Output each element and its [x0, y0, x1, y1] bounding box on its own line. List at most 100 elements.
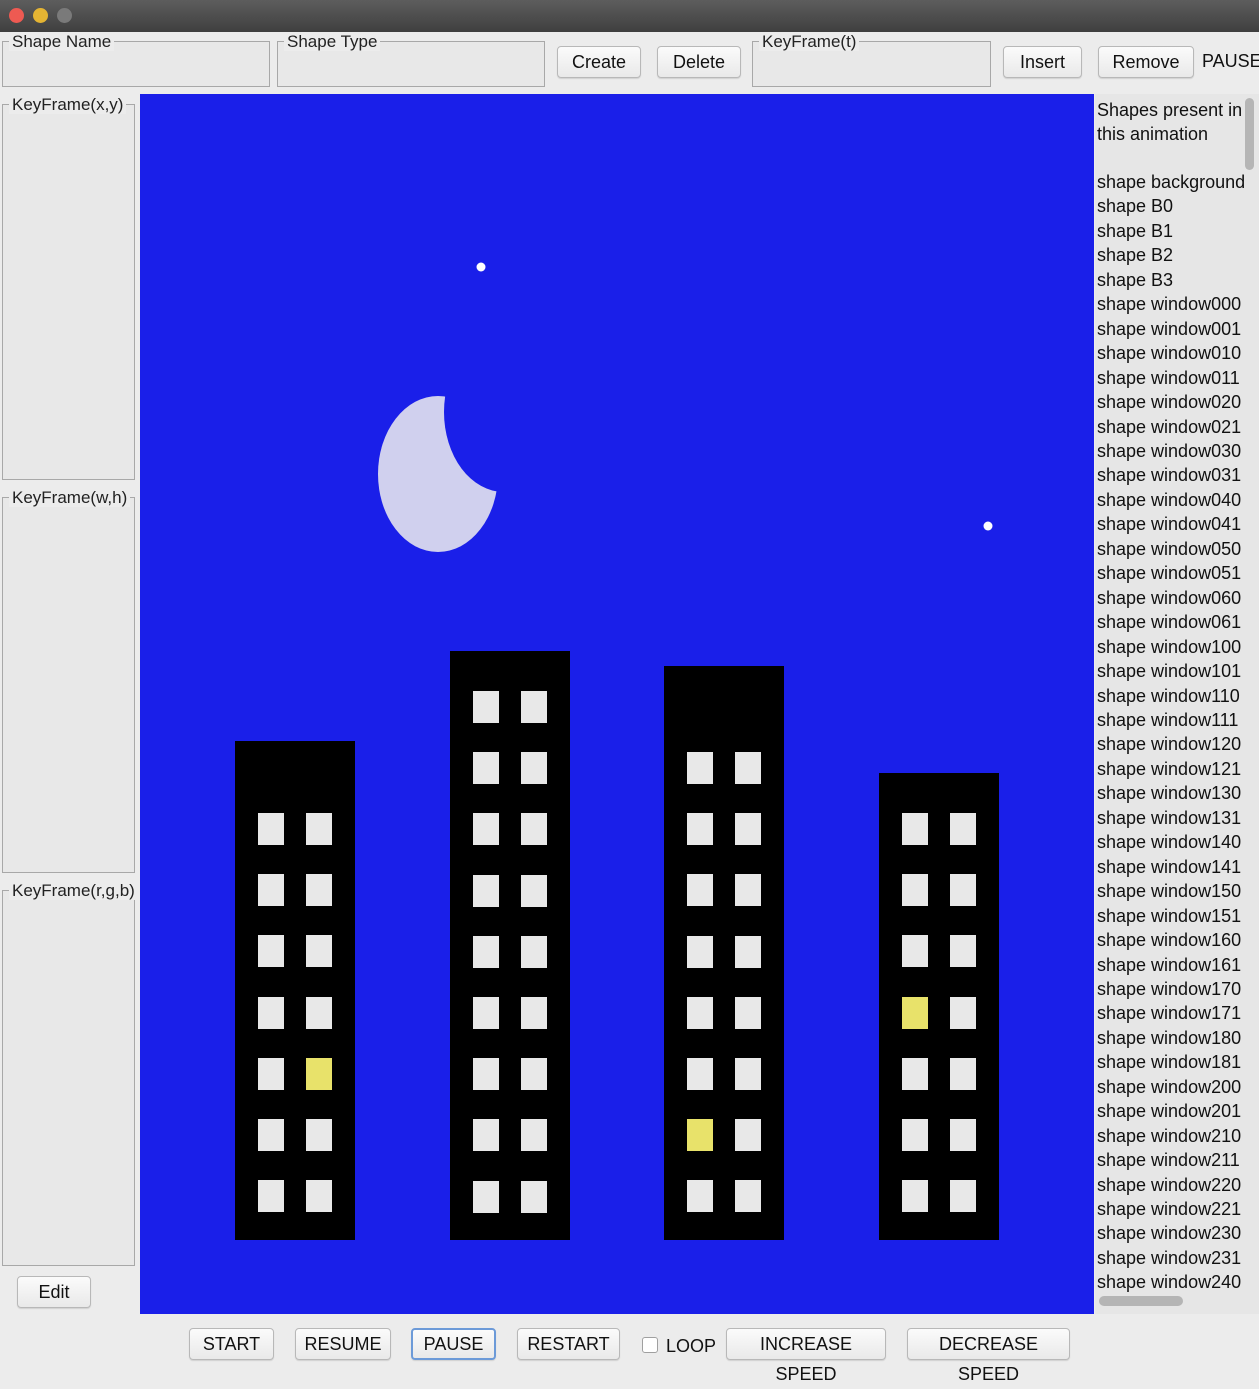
window-shape: [950, 813, 976, 845]
window-shape: [473, 997, 499, 1029]
shape-list-item[interactable]: shape window031: [1097, 463, 1245, 487]
window-shape: [306, 1180, 332, 1212]
shape-list-item[interactable]: shape window161: [1097, 953, 1245, 977]
resume-button[interactable]: RESUME: [295, 1328, 391, 1360]
window-shape: [521, 752, 547, 784]
window-shape: [521, 875, 547, 907]
window-shape: [473, 813, 499, 845]
create-button[interactable]: Create: [557, 46, 641, 78]
insert-button[interactable]: Insert: [1003, 46, 1082, 78]
shape-list-item[interactable]: shape window061: [1097, 610, 1245, 634]
shape-list-item[interactable]: shape window021: [1097, 415, 1245, 439]
star-shape: [983, 521, 993, 531]
keyframe-rgb-legend: KeyFrame(r,g,b): [9, 882, 138, 900]
shape-list-item[interactable]: shape window001: [1097, 317, 1245, 341]
keyframe-rgb-panel[interactable]: KeyFrame(r,g,b): [2, 882, 138, 1266]
shape-list-item[interactable]: shape window120: [1097, 732, 1245, 756]
shape-list-item[interactable]: shape window230: [1097, 1221, 1245, 1245]
remove-button[interactable]: Remove: [1098, 46, 1194, 78]
window-shape: [902, 874, 928, 906]
keyframe-xy-panel[interactable]: KeyFrame(x,y): [2, 96, 135, 480]
pause-button[interactable]: PAUSE: [411, 1328, 496, 1360]
shape-list-item[interactable]: shape window160: [1097, 928, 1245, 952]
shape-list-item[interactable]: shape B1: [1097, 219, 1245, 243]
shape-list-item[interactable]: shape window050: [1097, 537, 1245, 561]
shape-list-item[interactable]: shape window010: [1097, 341, 1245, 365]
keyframe-t-field[interactable]: KeyFrame(t): [752, 33, 991, 87]
shape-list-heading: Shapes present in this animation: [1097, 100, 1243, 144]
shape-list-item[interactable]: shape window060: [1097, 586, 1245, 610]
loop-checkbox[interactable]: [642, 1337, 658, 1353]
shape-list-item[interactable]: shape window110: [1097, 684, 1245, 708]
shape-list-item[interactable]: shape window020: [1097, 390, 1245, 414]
shape-list-item[interactable]: shape window130: [1097, 781, 1245, 805]
minimize-window-button[interactable]: [33, 8, 48, 23]
shape-list-item[interactable]: shape window040: [1097, 488, 1245, 512]
moon-shape: [378, 396, 498, 552]
restart-button[interactable]: RESTART: [517, 1328, 620, 1360]
shape-list-item[interactable]: shape window121: [1097, 757, 1245, 781]
shape-list-item[interactable]: shape window141: [1097, 855, 1245, 879]
shape-list-item[interactable]: shape window111: [1097, 708, 1245, 732]
shape-list-vertical-scrollbar[interactable]: [1245, 98, 1254, 170]
shape-list-item[interactable]: shape window221: [1097, 1197, 1245, 1221]
shape-list-item[interactable]: shape window171: [1097, 1001, 1245, 1025]
shape-list-item[interactable]: shape window131: [1097, 806, 1245, 830]
window-shape: [473, 1058, 499, 1090]
window-shape: [306, 1119, 332, 1151]
start-button[interactable]: START: [189, 1328, 274, 1360]
window-shape: [735, 1180, 761, 1212]
lit-window-shape: [902, 997, 928, 1029]
decrease-speed-button[interactable]: DECREASE SPEED: [907, 1328, 1070, 1384]
increase-speed-button[interactable]: INCREASE SPEED: [726, 1328, 886, 1384]
shape-list-item[interactable]: shape background: [1097, 170, 1245, 194]
window-shape: [258, 1058, 284, 1090]
shape-list-item[interactable]: shape window151: [1097, 904, 1245, 928]
shape-list-item[interactable]: shape window051: [1097, 561, 1245, 585]
window-shape: [950, 935, 976, 967]
window-shape: [258, 813, 284, 845]
shape-list-item[interactable]: shape window231: [1097, 1246, 1245, 1270]
shape-list-item[interactable]: shape window211: [1097, 1148, 1245, 1172]
delete-button[interactable]: Delete: [657, 46, 741, 78]
shape-list-item[interactable]: shape window181: [1097, 1050, 1245, 1074]
shape-list-panel[interactable]: Shapes present in this animation shape b…: [1095, 94, 1259, 1314]
shape-list-item[interactable]: shape window201: [1097, 1099, 1245, 1123]
loop-label: LOOP: [666, 1336, 717, 1356]
shape-list-item[interactable]: shape window210: [1097, 1124, 1245, 1148]
shape-list-item[interactable]: shape B0: [1097, 194, 1245, 218]
zoom-window-button[interactable]: [57, 8, 72, 23]
window-shape: [258, 1180, 284, 1212]
shape-list-item[interactable]: shape window180: [1097, 1026, 1245, 1050]
edit-button[interactable]: Edit: [17, 1276, 91, 1308]
shape-list-item[interactable]: shape B2: [1097, 243, 1245, 267]
shape-list[interactable]: shape background shape B0 shape B1 shape B2…: [1097, 170, 1245, 1295]
window-shape: [902, 935, 928, 967]
window-shape: [735, 813, 761, 845]
star-shape: [476, 262, 486, 272]
lit-window-shape: [687, 1119, 713, 1151]
shape-list-item[interactable]: shape B3: [1097, 268, 1245, 292]
shape-list-item[interactable]: shape window170: [1097, 977, 1245, 1001]
shape-type-field[interactable]: Shape Type: [277, 33, 545, 87]
shape-list-horizontal-scrollbar[interactable]: [1099, 1296, 1183, 1306]
window-shape: [258, 1119, 284, 1151]
shape-list-item[interactable]: shape window150: [1097, 879, 1245, 903]
shape-list-item[interactable]: shape window000: [1097, 292, 1245, 316]
shape-list-item[interactable]: shape window100: [1097, 635, 1245, 659]
window-shape: [735, 1119, 761, 1151]
shape-list-item[interactable]: shape window220: [1097, 1173, 1245, 1197]
close-window-button[interactable]: [9, 8, 24, 23]
shape-list-item[interactable]: shape window101: [1097, 659, 1245, 683]
window-shape: [687, 936, 713, 968]
shape-list-item[interactable]: shape window030: [1097, 439, 1245, 463]
shape-list-item[interactable]: shape window011: [1097, 366, 1245, 390]
shape-name-field[interactable]: Shape Name: [2, 33, 270, 87]
window-shape: [521, 1119, 547, 1151]
shape-list-item[interactable]: shape window140: [1097, 830, 1245, 854]
keyframe-wh-panel[interactable]: KeyFrame(w,h): [2, 489, 135, 873]
window-shape: [735, 1058, 761, 1090]
shape-list-item[interactable]: shape window240: [1097, 1270, 1245, 1294]
shape-list-item[interactable]: shape window041: [1097, 512, 1245, 536]
shape-list-item[interactable]: shape window200: [1097, 1075, 1245, 1099]
